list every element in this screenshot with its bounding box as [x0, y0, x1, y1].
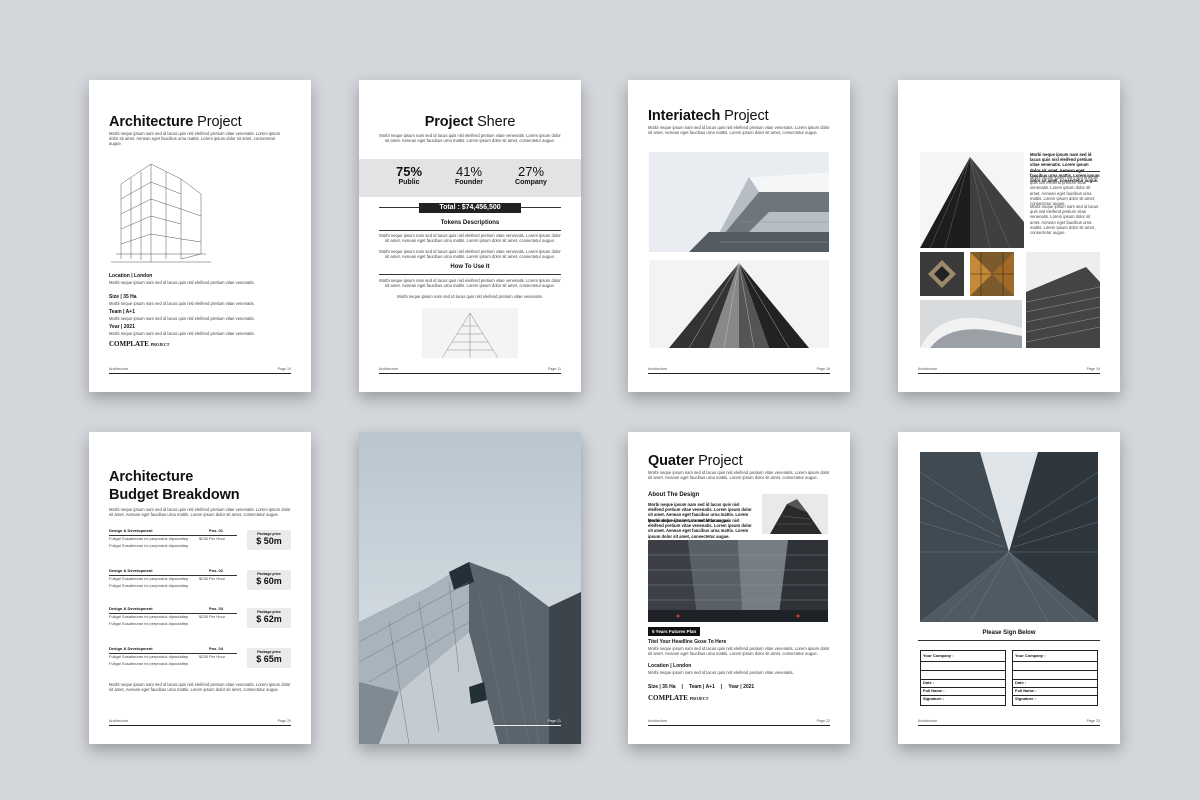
- page-footer: Architecture Page 23: [918, 719, 1100, 723]
- intro-text: Morbi neque ipsum nam sed id lacus quis …: [648, 470, 830, 481]
- modern-tower-photo: [1026, 252, 1100, 348]
- tokens-text-2: Morbi neque ipsum nam sed id lacus quis …: [379, 249, 561, 260]
- page-footer: Architecture Page 11: [379, 367, 561, 371]
- footer-rule: [918, 373, 1100, 374]
- location-text: Morbi neque ipsum nam sed id lacus quis …: [109, 280, 255, 285]
- page-footer: Architecture Page 19: [918, 367, 1100, 371]
- footer-rule: [109, 725, 291, 726]
- divider: [379, 274, 561, 275]
- name-field[interactable]: Full Name :: [1013, 687, 1097, 693]
- budget-row: Design & Development Pos. 01 Fullgal Sus…: [109, 528, 291, 552]
- tokens-heading: Tokens Descriptions: [440, 220, 500, 226]
- page-interiatech-project[interactable]: Interiatech Project Morbi neque ipsum na…: [628, 80, 850, 392]
- location-label: Location | London: [648, 663, 692, 669]
- date-field[interactable]: Date :: [921, 679, 1005, 685]
- page-full-photo[interactable]: Page 21: [359, 432, 581, 744]
- stat-founder: 41% Founder: [455, 164, 483, 186]
- signature-box-right: Your Company : Date : Full Name : Signat…: [1012, 650, 1098, 706]
- location-label: Location | London: [109, 273, 153, 279]
- page-sign-below[interactable]: Please Sign Below Your Company : Date : …: [898, 432, 1120, 744]
- size-label: Size | 35 Ha: [109, 294, 137, 300]
- name-field[interactable]: Full Name :: [921, 687, 1005, 693]
- brand-mark: COMPLATE PROJECT: [109, 340, 170, 348]
- year-text: Morbi neque ipsum nam sed id lacus quis …: [109, 331, 255, 336]
- footer-rule: [648, 373, 830, 374]
- side-text: Morbi neque ipsum nam sed id lacus quis …: [1030, 175, 1099, 207]
- headline: Titel Your Headline Gose To Here: [648, 639, 727, 645]
- page-title: Project Shere: [424, 114, 516, 130]
- skyscraper-perspective-photo: [649, 260, 829, 348]
- interior-ceiling-photo: [920, 252, 964, 296]
- page-footer: Architecture Page 20: [109, 719, 291, 723]
- page-project-shere[interactable]: Project Shere Morbi neque ipsum nam sed …: [359, 80, 581, 392]
- plan-badge: 5 Years Futures Plan: [648, 627, 701, 636]
- page-budget-breakdown[interactable]: Architecture Budget Breakdown Morbi neque…: [89, 432, 311, 744]
- page-title: Quater Project: [648, 453, 743, 469]
- page-gallery[interactable]: Morbi neque ipsum nam sed id lacus quis …: [898, 80, 1120, 392]
- signature-field[interactable]: Signature :: [1013, 695, 1097, 701]
- orange-facade-photo: [970, 252, 1014, 296]
- budget-row: Design & Development Pos. 04 Fullgal Sus…: [109, 646, 291, 670]
- divider: [379, 230, 561, 231]
- dark-building-photo: [762, 494, 828, 534]
- page-footer: Architecture Page 10: [109, 367, 291, 371]
- price-box: Package price $ 65m: [247, 648, 291, 668]
- page-footer: Architecture Page 18: [648, 367, 830, 371]
- headline-text: Morbi neque ipsum nam sed id lacus quis …: [648, 646, 830, 657]
- intro-text: Morbi neque ipsum nam sed id lacus quis …: [648, 125, 830, 136]
- date-field[interactable]: Date :: [1013, 679, 1097, 685]
- page-architecture-project[interactable]: Architecture Project Morbi neque ipsum n…: [89, 80, 311, 392]
- triangular-building-photo: [920, 152, 1024, 248]
- glass-towers-photo: [920, 452, 1098, 622]
- page-number: Page 21: [547, 719, 561, 723]
- brand-mark: COMPLATE PROJECT: [648, 694, 709, 702]
- angular-building-photo: [359, 432, 581, 744]
- stats-band: 75% Public 41% Founder 27% Company: [359, 159, 581, 197]
- howto-heading: How To Use It: [450, 264, 490, 270]
- closing-text: Morbi neque ipsum nam sed id lacus quis …: [109, 682, 291, 693]
- footer-rule: [918, 725, 1100, 726]
- total-badge: Total : $74,456,500: [419, 203, 521, 213]
- price-box: Package price $ 50m: [247, 530, 291, 550]
- price-box: Package price $ 60m: [247, 570, 291, 590]
- budget-row: Design & Development Pos. 03 Fullgal Sus…: [109, 606, 291, 630]
- signature-field[interactable]: Signature :: [921, 695, 1005, 701]
- building-sketch-image: [422, 308, 518, 358]
- intro-text: Morbi neque ipsum nam sed id lacus quis …: [109, 507, 291, 518]
- intro-text: Morbi neque ipsum nam sed id lacus quis …: [379, 133, 561, 144]
- budget-row: Design & Development Pos. 02 Fullgal Sus…: [109, 568, 291, 592]
- intro-text: Morbi neque ipsum nam sed id lacus quis …: [109, 131, 281, 147]
- price-box: Package price $ 62m: [247, 608, 291, 628]
- team-label: Team | A+1: [109, 309, 135, 315]
- footer-rule: [379, 373, 561, 374]
- side-text-2: Morbi neque ipsum nam sed id lacus quis …: [1030, 204, 1099, 236]
- stat-company: 27% Company: [515, 164, 547, 186]
- footer-rule: [109, 373, 291, 374]
- page-footer: Architecture Page 22: [648, 719, 830, 723]
- page-title: Architecture Project: [109, 114, 242, 130]
- size-text: Morbi neque ipsum nam sed id lacus quis …: [109, 301, 255, 306]
- project-meta: Size | 35 Ha | Team | A+1 | Year | 2021: [648, 684, 755, 690]
- signature-box-left: Your Company : Date : Full Name : Signat…: [920, 650, 1006, 706]
- divider: [918, 640, 1100, 641]
- page-title: Architecture Budget Breakdown: [109, 469, 240, 503]
- city-towers-photo: [648, 540, 828, 622]
- divider: [1030, 171, 1100, 172]
- footer-rule: [494, 725, 561, 726]
- sign-heading: Please Sign Below: [982, 630, 1036, 636]
- page-title: Interiatech Project: [648, 108, 769, 124]
- howto-text: Morbi neque ipsum nam sed id lacus quis …: [379, 278, 561, 289]
- footer-rule: [648, 725, 830, 726]
- page-quater-project[interactable]: Quater Project Morbi neque ipsum nam sed…: [628, 432, 850, 744]
- about-text-2: Morbi neque ipsum nam sed id lacus quis …: [648, 518, 752, 539]
- curved-building-photo: [920, 300, 1022, 348]
- wireframe-building-sketch: [111, 163, 211, 263]
- location-text: Morbi neque ipsum nam sed id lacus quis …: [648, 670, 794, 675]
- year-label: Year | 2021: [109, 324, 135, 330]
- tokens-text: Morbi neque ipsum nam sed id lacus quis …: [379, 233, 561, 244]
- building-roof-photo: [649, 152, 829, 252]
- howto-text-2: Morbi neque ipsum nam sed id lacus quis …: [397, 294, 543, 299]
- team-text: Morbi neque ipsum nam sed id lacus quis …: [109, 316, 255, 321]
- stat-public: 75% Public: [395, 164, 423, 186]
